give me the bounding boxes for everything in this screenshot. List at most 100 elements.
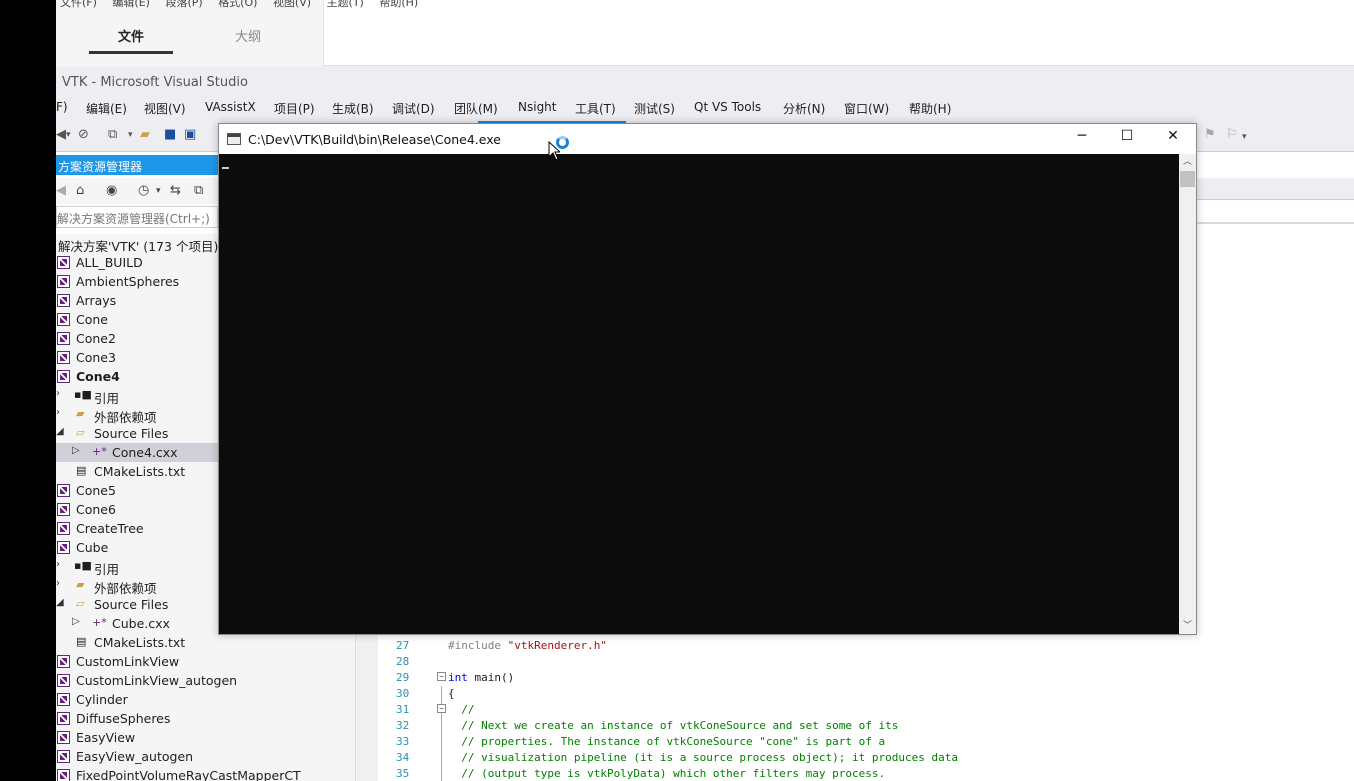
menu-debug[interactable]: 调试(D) (392, 100, 435, 117)
doc-menu-item[interactable]: 帮助(H) (379, 0, 418, 9)
doc-menu-item[interactable]: 段落(P) (165, 0, 202, 9)
doc-menubar: 文件(F) 编辑(E) 段落(P) 格式(O) 视图(V) 主题(T) 帮助(H… (60, 0, 430, 9)
scroll-down-arrow-icon[interactable]: ﹀ (1179, 618, 1196, 634)
tree-item[interactable]: CustomLinkView (56, 652, 356, 671)
code-text: // Next we create an instance of vtkCone… (448, 719, 898, 732)
tab-outline[interactable]: 大纲 (206, 26, 290, 51)
menu-file[interactable]: F) (56, 100, 68, 114)
menu-help[interactable]: 帮助(H) (909, 100, 951, 117)
scroll-thumb[interactable] (1180, 171, 1195, 187)
line-number: 27 (396, 639, 410, 652)
code-line[interactable]: 28 (356, 653, 1354, 669)
console-title-bar[interactable]: C:\Dev\VTK\Build\bin\Release\Cone4.exe ─… (219, 124, 1196, 154)
tree-item[interactable]: FixedPointVolumeRayCastMapperCT (56, 766, 356, 781)
sync-icon[interactable]: ⇆ (170, 183, 181, 198)
tree-item-label: Source Files (94, 597, 169, 612)
collapse-arrow-icon[interactable]: ◢ (56, 597, 64, 608)
bookmark-icon[interactable]: ⚑ (1204, 127, 1216, 142)
expand-arrow-icon[interactable]: › (56, 578, 60, 589)
tree-item[interactable]: EasyView_autogen (56, 747, 356, 766)
menu-nsight[interactable]: Nsight (518, 100, 557, 114)
vcxproj-icon (57, 750, 70, 763)
expand-arrow-icon[interactable]: ▷ (72, 616, 80, 627)
menu-test[interactable]: 测试(S) (634, 100, 675, 117)
menu-window[interactable]: 窗口(W) (844, 100, 889, 117)
fold-toggle[interactable]: − (437, 672, 446, 681)
code-token: main() (467, 671, 515, 684)
expand-arrow-icon[interactable]: › (56, 388, 60, 399)
code-line[interactable]: 27 #include "vtkRenderer.h" (356, 637, 1354, 653)
editor-nav-divider (1196, 222, 1354, 224)
collapse-arrow-icon[interactable]: ◢ (56, 426, 64, 437)
tree-item-selected[interactable]: ▷ +* Cone4.cxx (56, 443, 218, 462)
menu-analyze[interactable]: 分析(N) (783, 100, 825, 117)
code-line[interactable]: 34 // visualization pipeline (it is a so… (356, 749, 1354, 765)
doc-menu-item[interactable]: 视图(V) (273, 0, 311, 9)
line-number: 35 (396, 767, 410, 780)
navigate-forward-icon[interactable]: ⊘ (78, 127, 89, 142)
tree-item[interactable]: DiffuseSpheres (56, 709, 356, 728)
code-line[interactable]: 31 − // (356, 701, 1354, 717)
dropdown-arrow-icon[interactable]: ▾ (66, 130, 71, 140)
console-output[interactable] (219, 154, 1179, 634)
navigate-back-icon[interactable]: ◀ (56, 127, 66, 142)
tree-item[interactable]: Cylinder (56, 690, 356, 709)
doc-menu-item[interactable]: 文件(F) (60, 0, 97, 9)
open-file-icon[interactable]: ▰ (140, 127, 150, 142)
home-icon[interactable]: ⌂ (76, 183, 84, 198)
dropdown-arrow-icon[interactable]: ▾ (128, 130, 133, 140)
history-icon[interactable]: ◷ (138, 183, 149, 198)
expand-arrow-icon[interactable]: › (56, 407, 60, 418)
expand-arrow-icon[interactable]: ▷ (72, 445, 80, 456)
bookmark-clear-icon[interactable]: ⚐ (1226, 127, 1238, 142)
code-line[interactable]: 35 // (output type is vtkPolyData) which… (356, 765, 1354, 781)
doc-menu-item[interactable]: 编辑(E) (112, 0, 150, 9)
text-cursor (222, 167, 229, 169)
toolbar-overflow-icon[interactable]: ▾ (1242, 132, 1247, 142)
tree-item-label: DiffuseSpheres (76, 711, 171, 726)
menu-project[interactable]: 项目(P) (274, 100, 315, 117)
menu-tools[interactable]: 工具(T) (575, 100, 616, 117)
save-icon[interactable]: ■ (164, 127, 176, 142)
code-line[interactable]: 32 // Next we create an instance of vtkC… (356, 717, 1354, 733)
tree-item-label: CustomLinkView (76, 654, 180, 669)
close-button[interactable]: ✕ (1150, 128, 1196, 150)
code-line[interactable]: 29 − int main() (356, 669, 1354, 685)
dropdown-arrow-icon[interactable]: ▾ (156, 186, 161, 196)
maximize-button[interactable]: ☐ (1104, 128, 1150, 150)
menu-qt-vs-tools[interactable]: Qt VS Tools (694, 100, 761, 114)
tree-item[interactable]: EasyView (56, 728, 356, 747)
tab-file[interactable]: 文件 (89, 26, 173, 54)
references-icon: ▪■ (74, 388, 92, 401)
new-project-icon[interactable]: ⧉ (108, 127, 117, 142)
code-line[interactable]: 33 // properties. The instance of vtkCon… (356, 733, 1354, 749)
code-editor[interactable]: 27 #include "vtkRenderer.h" 28 29 − int … (356, 634, 1354, 781)
tree-item[interactable]: ▤ CMakeLists.txt (56, 633, 356, 652)
tree-item-label: CreateTree (76, 521, 144, 536)
vcxproj-icon (57, 674, 70, 687)
menu-view[interactable]: 视图(V) (144, 100, 186, 117)
doc-menu-item[interactable]: 格式(O) (218, 0, 257, 9)
globe-icon[interactable]: ◉ (106, 183, 117, 198)
solution-explorer-header[interactable]: 方案资源管理器 (56, 155, 218, 175)
console-window[interactable]: C:\Dev\VTK\Build\bin\Release\Cone4.exe ─… (218, 123, 1197, 635)
back-icon[interactable]: ◀ (56, 183, 66, 198)
menu-vassistx[interactable]: VAssistX (205, 100, 256, 114)
console-scrollbar[interactable]: ︿ ﹀ (1179, 154, 1196, 634)
line-number: 33 (396, 735, 410, 748)
expand-arrow-icon[interactable]: › (56, 559, 60, 570)
solution-explorer-search-input[interactable]: 解决方案资源管理器(Ctrl+;) (56, 206, 218, 228)
fold-toggle[interactable]: − (437, 704, 446, 713)
menu-team[interactable]: 团队(M) (454, 100, 498, 117)
collapse-all-icon[interactable]: ⧉ (194, 183, 203, 198)
tree-item-label: Cone4.cxx (112, 445, 178, 460)
scroll-up-arrow-icon[interactable]: ︿ (1179, 154, 1196, 170)
text-file-icon: ▤ (76, 464, 87, 477)
code-line[interactable]: 30 { (356, 685, 1354, 701)
save-all-icon[interactable]: ▣ (184, 127, 196, 142)
menu-edit[interactable]: 编辑(E) (86, 100, 127, 117)
menu-build[interactable]: 生成(B) (332, 100, 374, 117)
tree-item[interactable]: CustomLinkView_autogen (56, 671, 356, 690)
doc-menu-item[interactable]: 主题(T) (327, 0, 364, 9)
minimize-button[interactable]: ─ (1059, 128, 1105, 150)
